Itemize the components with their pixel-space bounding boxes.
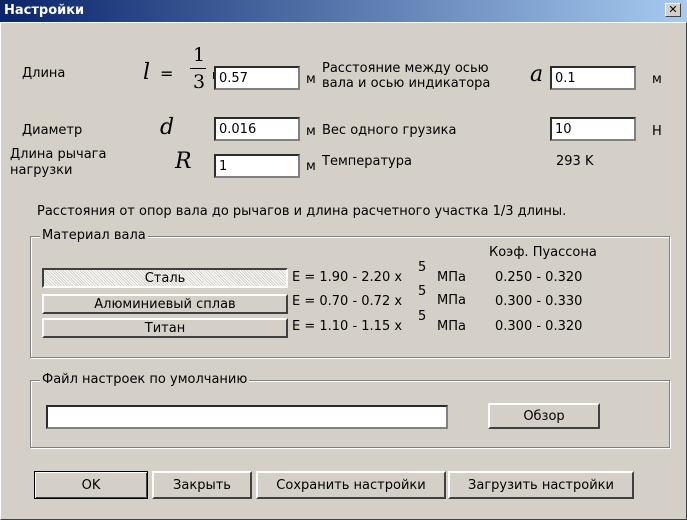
title-bar[interactable]: Настройки ✕ <box>0 0 687 22</box>
material-steel-button[interactable]: Сталь <box>42 268 288 288</box>
length-fraction-numerator: 1 <box>193 44 206 66</box>
length-equals: = <box>160 64 174 83</box>
material-aluminum-label: Алюминиевый сплав <box>94 296 236 312</box>
ok-button[interactable]: OK <box>34 471 148 499</box>
material-titanium-label: Титан <box>144 320 186 336</box>
steel-modulus-unit: МПа <box>437 270 466 285</box>
diameter-unit: м <box>306 124 316 139</box>
browse-button-label: Обзор <box>523 408 565 424</box>
weight-unit: Н <box>652 124 662 139</box>
close-button-label: Закрыть <box>173 477 231 493</box>
weight-label: Вес одного грузика <box>322 123 457 138</box>
distance-label-line1: Расстояние между осью <box>322 61 489 76</box>
distance-input[interactable] <box>550 66 636 90</box>
weight-input[interactable] <box>550 117 636 141</box>
poisson-header: Коэф. Пуассона <box>489 245 597 260</box>
defaults-file-path-input[interactable] <box>46 405 448 429</box>
save-settings-label: Сохранить настройки <box>276 477 426 493</box>
close-icon: ✕ <box>668 3 678 16</box>
material-titanium-button[interactable]: Титан <box>42 318 288 338</box>
window-title: Настройки <box>4 3 85 18</box>
supports-note: Расстояния от опор вала до рычагов и дли… <box>37 204 567 219</box>
aluminum-poisson: 0.300 - 0.330 <box>495 294 583 309</box>
titanium-modulus-unit: МПа <box>437 319 466 334</box>
material-aluminum-button[interactable]: Алюминиевый сплав <box>42 294 288 314</box>
length-symbol: l <box>143 60 151 85</box>
temperature-value: 293 K <box>556 154 594 169</box>
aluminum-modulus: E = 0.70 - 0.72 x <box>292 294 403 309</box>
titanium-modulus: E = 1.10 - 1.15 x <box>292 319 403 334</box>
close-button[interactable]: Закрыть <box>152 471 252 499</box>
distance-symbol: a <box>530 62 544 87</box>
material-steel-label: Сталь <box>144 270 186 286</box>
diameter-label: Диаметр <box>22 123 83 138</box>
temperature-label: Температура <box>322 154 412 169</box>
steel-poisson: 0.250 - 0.320 <box>495 270 583 285</box>
lever-input[interactable] <box>214 154 300 178</box>
length-label: Длина <box>22 66 66 81</box>
lever-symbol: R <box>175 149 192 174</box>
fraction-bar <box>190 68 206 69</box>
titanium-modulus-exponent: 5 <box>418 309 427 324</box>
steel-modulus-exponent: 5 <box>418 260 427 275</box>
material-group-title: Материал вала <box>40 228 148 243</box>
ok-button-label: OK <box>81 477 101 493</box>
lever-unit: м <box>306 159 316 174</box>
load-settings-label: Загрузить настройки <box>468 477 614 493</box>
distance-label-line2: вала и осью индикатора <box>322 76 491 91</box>
titanium-poisson: 0.300 - 0.320 <box>495 319 583 334</box>
lever-label-line2: нагрузки <box>10 163 73 178</box>
length-input[interactable] <box>214 66 300 90</box>
lever-label-line1: Длина рычага <box>10 147 107 162</box>
close-window-button[interactable]: ✕ <box>665 3 681 17</box>
diameter-symbol: d <box>160 115 175 140</box>
aluminum-modulus-exponent: 5 <box>418 284 427 299</box>
load-settings-button[interactable]: Загрузить настройки <box>448 471 634 499</box>
save-settings-button[interactable]: Сохранить настройки <box>256 471 446 499</box>
aluminum-modulus-unit: МПа <box>437 293 466 308</box>
diameter-input[interactable] <box>214 117 300 141</box>
distance-unit: м <box>652 72 662 87</box>
browse-button[interactable]: Обзор <box>488 403 600 429</box>
length-unit: м <box>306 72 316 87</box>
steel-modulus: E = 1.90 - 2.20 x <box>292 270 403 285</box>
defaults-file-group-title: Файл настроек по умолчанию <box>40 372 250 387</box>
length-fraction-denominator: 3 <box>193 71 206 93</box>
